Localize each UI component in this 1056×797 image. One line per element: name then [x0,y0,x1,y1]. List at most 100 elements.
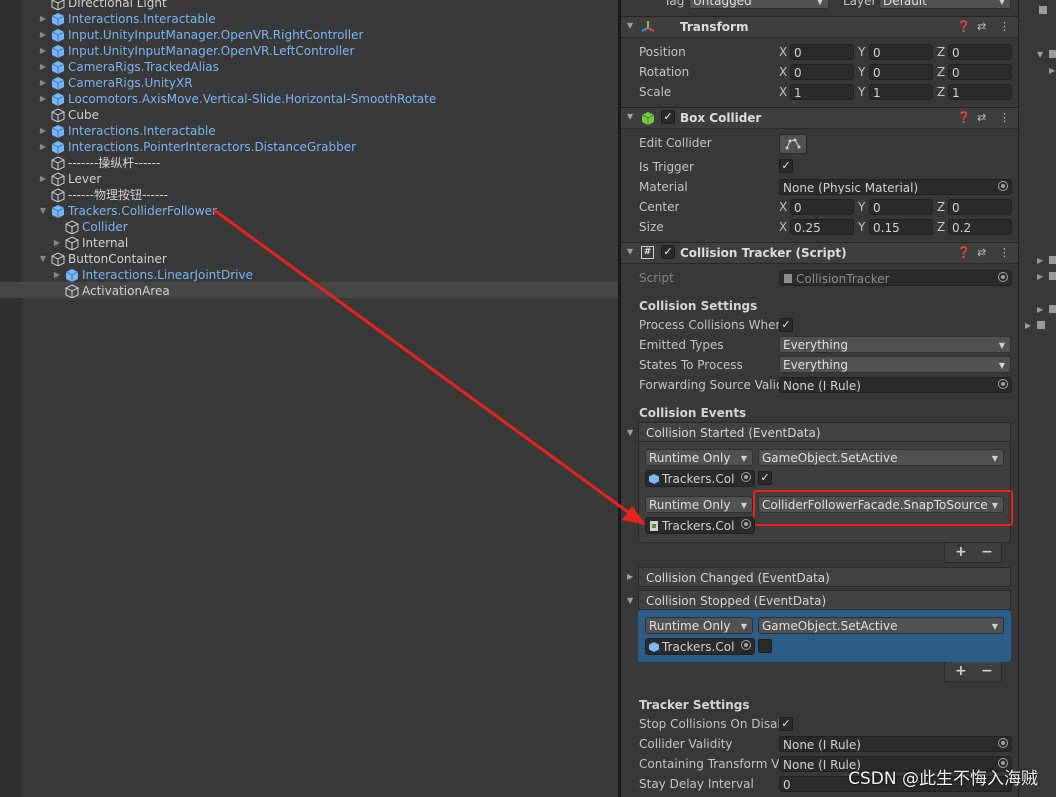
transform-position-y-field[interactable]: 0 [869,44,933,60]
states-to-process-dropdown[interactable]: Everything ▼ [779,356,1011,373]
hierarchy-item[interactable]: ▶ CameraRigs.TrackedAlias [0,59,618,75]
kebab-menu-icon[interactable]: ⋮ [999,246,1010,259]
fold-right-icon[interactable]: ▶ [52,267,62,283]
size-z-field[interactable]: 0.2 [948,219,1012,235]
fold-right-icon[interactable]: ▶ [1049,66,1055,75]
transform-scale-z-field[interactable]: 1 [948,84,1012,100]
fold-right-icon[interactable]: ▶ [1037,256,1043,265]
forwarding-source-field[interactable]: None (I Rule) [779,377,1012,393]
hierarchy-item[interactable]: ▶ Interactions.LinearJointDrive [0,267,618,283]
folder-icon[interactable] [1049,305,1056,313]
transform-rotation-y-field[interactable]: 0 [869,64,933,80]
hierarchy-item[interactable]: ActivationArea [0,283,618,299]
fold-down-icon[interactable]: ▼ [627,112,633,121]
box-collider-header[interactable]: ▼ ✓ Box Collider ❓ ⇄ ⋮ [621,107,1018,129]
folder-icon[interactable] [1049,272,1056,280]
process-collisions-checkbox[interactable]: ✓ [779,318,793,332]
collision-changed-header[interactable]: Collision Changed (EventData) [638,567,1011,587]
box-collider-enabled-checkbox[interactable]: ✓ [661,110,675,124]
started-e1-runtime-dropdown[interactable]: Runtime Only ▼ [645,449,753,466]
fold-right-icon[interactable]: ▶ [38,139,48,155]
folder-icon[interactable] [1037,321,1045,329]
stopped-e1-object-field[interactable]: Trackers.Col [645,638,755,655]
hierarchy-item[interactable]: ▼ ButtonContainer [0,251,618,267]
object-picker-icon[interactable] [998,181,1008,191]
remove-event-button[interactable]: − [981,543,993,561]
fold-right-icon[interactable]: ▶ [38,59,48,75]
add-event-button[interactable]: + [955,543,967,561]
folder-icon[interactable] [1049,50,1056,58]
fold-right-icon[interactable]: ▶ [38,43,48,59]
collider-validity-field[interactable]: None (I Rule) [779,736,1012,752]
hierarchy-item[interactable]: ▶ Interactions.Interactable [0,123,618,139]
stopped-e1-bool-checkbox[interactable] [758,639,772,653]
started-e1-function-dropdown[interactable]: GameObject.SetActive ▼ [758,449,1004,466]
hierarchy-item[interactable]: ▶ Lever [0,171,618,187]
fold-down-icon[interactable]: ▼ [627,596,633,605]
fold-right-icon[interactable]: ▶ [38,27,48,43]
transform-header[interactable]: ▼ Transform ❓ ⇄ ⋮ [621,16,1018,38]
hierarchy-item[interactable]: ▶ CameraRigs.UnityXR [0,75,618,91]
hierarchy-item[interactable]: ▼ Trackers.ColliderFollower [0,203,618,219]
fold-right-icon[interactable]: ▶ [1025,321,1031,330]
fold-down-icon[interactable]: ▼ [627,247,633,256]
started-e1-bool-checkbox[interactable]: ✓ [758,471,772,485]
hierarchy-item[interactable]: -------操纵杆------ [0,155,618,171]
stopped-e1-runtime-dropdown[interactable]: Runtime Only ▼ [645,617,753,634]
folder-icon[interactable] [1039,6,1047,14]
material-field[interactable]: None (Physic Material) [779,179,1012,195]
transform-position-z-field[interactable]: 0 [948,44,1012,60]
center-z-field[interactable]: 0 [948,199,1012,215]
help-icon[interactable]: ❓ [957,20,971,33]
fold-right-icon[interactable]: ▶ [627,572,633,581]
add-event-button[interactable]: + [955,662,967,680]
preset-icon[interactable]: ⇄ [977,20,986,33]
help-icon[interactable]: ❓ [957,246,971,259]
fold-right-icon[interactable]: ▶ [38,11,48,27]
transform-rotation-z-field[interactable]: 0 [948,64,1012,80]
hierarchy-item[interactable]: Cube [0,107,618,123]
center-x-field[interactable]: 0 [790,199,854,215]
center-y-field[interactable]: 0 [869,199,933,215]
started-e1-object-field[interactable]: Trackers.Col [645,470,755,487]
fold-down-icon[interactable]: ▼ [38,203,48,219]
started-e2-runtime-dropdown[interactable]: Runtime Only ▼ [645,496,753,513]
hierarchy-item[interactable]: ▶ Internal [0,235,618,251]
object-picker-icon[interactable] [998,379,1008,389]
emitted-types-dropdown[interactable]: Everything ▼ [779,336,1011,353]
object-picker-icon[interactable] [741,519,751,529]
fold-right-icon[interactable]: ▶ [38,75,48,91]
edit-collider-button[interactable] [779,134,807,154]
fold-down-icon[interactable]: ▼ [1037,50,1043,59]
kebab-menu-icon[interactable]: ⋮ [999,20,1010,33]
stop-collisions-checkbox[interactable]: ✓ [779,717,793,731]
hierarchy-item[interactable]: ▶ Interactions.PointerInteractors.Distanc… [0,139,618,155]
transform-scale-x-field[interactable]: 1 [790,84,854,100]
object-picker-icon[interactable] [741,640,751,650]
hierarchy-item[interactable]: ▶ Input.UnityInputManager.OpenVR.LeftCont… [0,43,618,59]
kebab-menu-icon[interactable]: ⋮ [999,111,1010,124]
stopped-e1-function-dropdown[interactable]: GameObject.SetActive ▼ [758,617,1004,634]
fold-down-icon[interactable]: ▼ [627,21,633,30]
size-x-field[interactable]: 0.25 [790,219,854,235]
remove-event-button[interactable]: − [981,662,993,680]
fold-right-icon[interactable]: ▶ [38,171,48,187]
help-icon[interactable]: ❓ [957,111,971,124]
fold-right-icon[interactable]: ▶ [38,91,48,107]
hierarchy-item[interactable]: Directional Light [0,0,618,11]
transform-position-x-field[interactable]: 0 [790,44,854,60]
fold-down-icon[interactable]: ▼ [38,251,48,267]
collision-started-header[interactable]: Collision Started (EventData) [638,422,1011,442]
is-trigger-checkbox[interactable]: ✓ [779,159,793,173]
transform-rotation-x-field[interactable]: 0 [790,64,854,80]
fold-right-icon[interactable]: ▶ [38,123,48,139]
transform-scale-y-field[interactable]: 1 [869,84,933,100]
fold-down-icon[interactable]: ▼ [627,428,633,437]
collision-stopped-header[interactable]: Collision Stopped (EventData) [638,590,1011,610]
size-y-field[interactable]: 0.15 [869,219,933,235]
layer-dropdown[interactable]: Default ▼ [879,0,1011,9]
hierarchy-item[interactable]: ▶ Input.UnityInputManager.OpenVR.RightCon… [0,27,618,43]
hierarchy-item[interactable]: ▶ Locomotors.AxisMove.Vertical-Slide.Hori… [0,91,618,107]
collision-tracker-enabled-checkbox[interactable]: ✓ [661,245,675,259]
hierarchy-item[interactable]: Collider [0,219,618,235]
